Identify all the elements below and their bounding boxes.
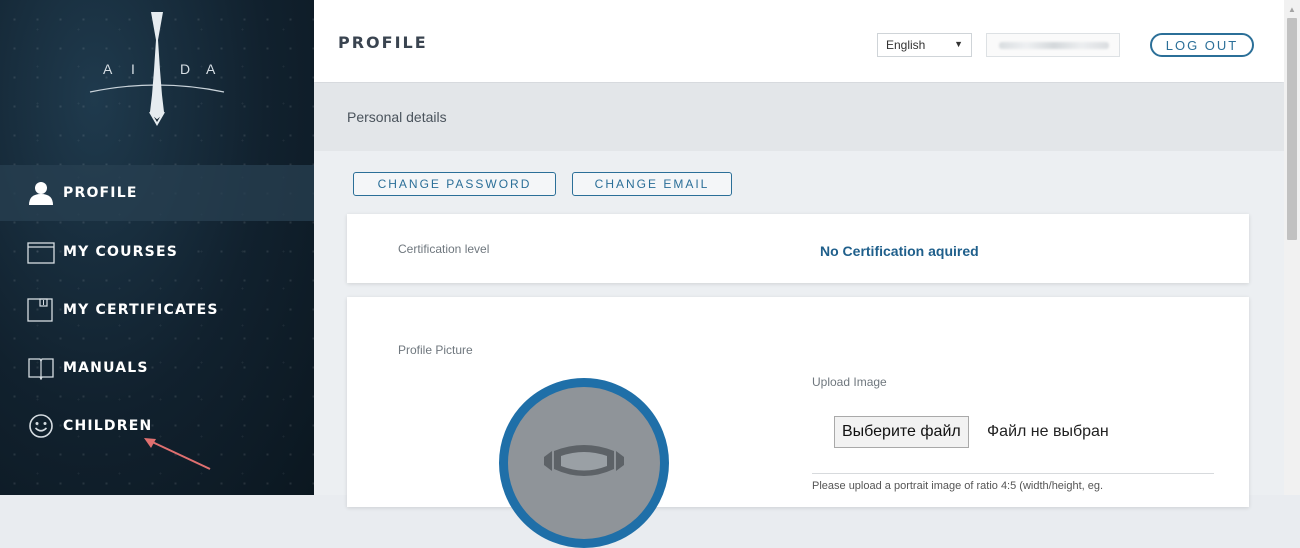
language-value: English xyxy=(886,38,926,52)
sidebar-item-profile[interactable]: PROFILE xyxy=(0,165,314,221)
user-icon xyxy=(27,180,55,206)
aida-logo[interactable]: A I D A xyxy=(0,0,314,150)
sidebar-item-my-certificates[interactable]: MY CERTIFICATES xyxy=(0,282,314,338)
certification-label: Certification level xyxy=(398,242,490,256)
sidebar-item-label: CHILDREN xyxy=(63,418,153,434)
scroll-thumb[interactable] xyxy=(1287,18,1297,240)
sidebar-item-label: MY COURSES xyxy=(63,244,178,260)
certification-value: No Certification aquired xyxy=(820,243,979,259)
page-title: PROFILE xyxy=(338,33,428,52)
logo-letter-a2: A xyxy=(206,61,218,77)
change-password-button[interactable]: CHANGE PASSWORD xyxy=(353,172,556,196)
upload-hint: Please upload a portrait image of ratio … xyxy=(812,480,1104,492)
certification-card: Certification level No Certification aqu… xyxy=(347,214,1249,283)
upload-image-label: Upload Image xyxy=(812,375,887,389)
logo-letter-i: I xyxy=(131,61,137,77)
profile-content: CHANGE PASSWORD CHANGE EMAIL Certificati… xyxy=(314,151,1284,548)
logout-button[interactable]: LOG OUT xyxy=(1150,33,1254,57)
file-status-text: Файл не выбран xyxy=(987,423,1109,440)
change-email-button[interactable]: CHANGE EMAIL xyxy=(572,172,732,196)
avatar xyxy=(499,378,669,548)
certificate-icon xyxy=(27,297,55,323)
sidebar-item-label: PROFILE xyxy=(63,185,138,201)
sidebar-item-label: MY CERTIFICATES xyxy=(63,302,219,318)
scroll-up-arrow-icon[interactable]: ▲ xyxy=(1288,5,1296,14)
section-header: Personal details xyxy=(314,83,1284,151)
diver-logo-icon xyxy=(89,12,225,126)
profile-picture-label: Profile Picture xyxy=(398,343,473,357)
top-bar: PROFILE English ▼ LOG OUT xyxy=(314,0,1284,82)
blurred-username xyxy=(999,42,1109,49)
choose-file-button[interactable]: Выберите файл xyxy=(834,416,969,448)
user-email-field[interactable] xyxy=(986,33,1120,57)
divider xyxy=(812,473,1214,474)
logo-letter-d: D xyxy=(180,61,193,77)
sidebar-item-my-courses[interactable]: MY COURSES xyxy=(0,224,314,280)
language-select[interactable]: English ▼ xyxy=(877,33,972,57)
folder-icon xyxy=(27,239,55,265)
logo-letter-a1: A xyxy=(103,61,115,77)
sidebar-item-label: MANUALS xyxy=(63,360,149,376)
profile-picture-card: Profile Picture Upload Image Выберите фа… xyxy=(347,297,1249,548)
sidebar: A I D A PROFILE MY COURSES MY CERTIFICAT… xyxy=(0,0,314,495)
annotation-arrow-icon xyxy=(144,438,211,470)
sidebar-item-manuals[interactable]: MANUALS xyxy=(0,340,314,396)
smiley-icon xyxy=(27,413,55,439)
diving-mask-icon xyxy=(544,445,624,476)
scrollbar[interactable]: ▲ xyxy=(1284,0,1300,495)
section-title: Personal details xyxy=(347,109,447,125)
dropdown-arrow-icon: ▼ xyxy=(954,39,963,49)
book-icon xyxy=(27,355,55,381)
